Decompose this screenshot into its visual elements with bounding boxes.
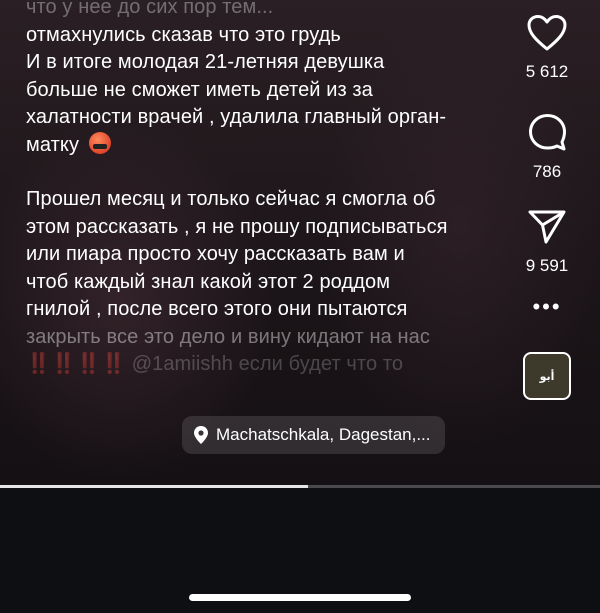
like-button[interactable]: 5 612 (525, 14, 569, 82)
caption-line: отмахнулись сказав что это грудь (26, 23, 341, 46)
home-indicator[interactable] (189, 594, 411, 601)
caption-line: что у нее до сих пор тем... (26, 0, 274, 18)
share-count: 9 591 (525, 256, 569, 275)
caption-line: чтоб каждый знал какой этот 2 роддом (26, 270, 391, 293)
caption-text: матку (26, 133, 80, 156)
audio-track-thumbnail[interactable]: أبو (523, 352, 571, 400)
caption-line: или пиара просто хочу рассказать вам и (26, 243, 405, 265)
caption-line: гнилой , после всего этого они пытаются (26, 298, 408, 320)
comment-button[interactable]: 786 (527, 112, 567, 182)
video-progress-fill (0, 485, 308, 488)
post-caption[interactable]: что у нее до сих пор тем... отмахнулись … (26, 0, 501, 379)
comment-bubble-icon[interactable] (527, 112, 567, 152)
audio-label: أبو (539, 369, 555, 383)
reel-video-area[interactable]: что у нее до сих пор тем... отмахнулись … (0, 0, 600, 486)
exclamation-marks: ‼️‼️‼️‼️ (26, 353, 127, 375)
video-progress-bar[interactable] (0, 485, 600, 488)
caption-line: больше не сможет иметь детей из за (26, 78, 373, 101)
caption-line: ‼️‼️‼️‼️ @1amiishh если будет что то (26, 351, 501, 379)
location-text: Machatschkala, Dagestan,... (216, 425, 431, 444)
angry-face-emoji-icon (88, 131, 111, 154)
caption-line: матку (26, 131, 501, 160)
paper-plane-icon[interactable] (527, 208, 567, 246)
share-button[interactable]: 9 591 (525, 208, 569, 276)
caption-line: этом рассказать , я не прошу подписывать… (26, 215, 448, 238)
comment-count: 786 (532, 162, 562, 181)
caption-line: Прошел месяц и только сейчас я смогла об (26, 188, 436, 210)
caption-line: закрыть все это дело и вину кидают на на… (26, 325, 430, 348)
location-pin-icon (194, 426, 208, 444)
caption-text: @1amiishh если будет что то (131, 353, 404, 375)
like-count: 5 612 (525, 62, 569, 81)
heart-icon[interactable] (526, 14, 568, 52)
reel-action-bar: 5 612 786 9 591 ••• أبو (514, 14, 580, 400)
location-tag[interactable]: Machatschkala, Dagestan,... (182, 416, 445, 454)
caption-line: И в итоге молодая 21-летняя девушка (26, 51, 385, 73)
more-dots-icon[interactable]: ••• (532, 296, 561, 318)
caption-line: халатности врачей , удалила главный орга… (26, 106, 447, 128)
